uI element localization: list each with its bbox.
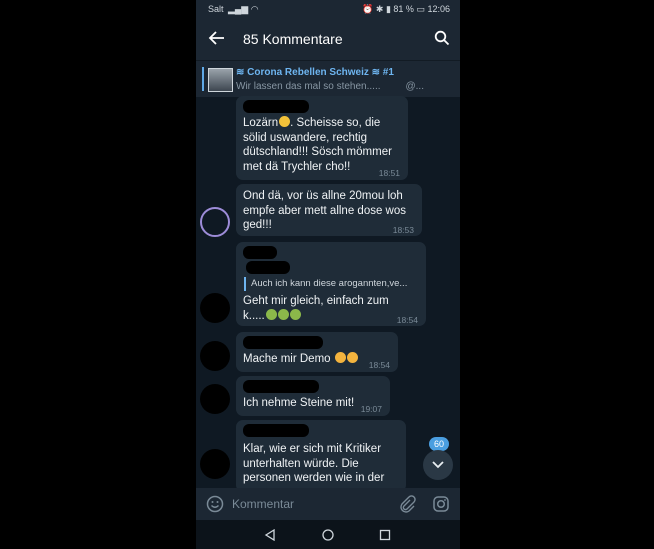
- message-text: Lozärn. Scheisse so, die sölid uswandere…: [243, 116, 392, 173]
- avatar[interactable]: [200, 293, 230, 323]
- battery-label: 81 %: [393, 4, 414, 14]
- battery-icon: ▭: [416, 4, 428, 14]
- pinned-preview: Wir lassen das mal so stehen.....: [236, 81, 381, 92]
- emoji-icon[interactable]: [206, 495, 224, 513]
- comment-input-bar: Kommentar: [196, 488, 460, 520]
- message-time: 18:53: [392, 225, 414, 235]
- message-text: Mache mir Demo: [243, 352, 358, 367]
- message-bubble[interactable]: Ich nehme Steine mit! 19:07: [236, 376, 390, 416]
- pinned-message[interactable]: ≋ Corona Rebellen Schweiz ≋ #1 Wir lasse…: [196, 60, 460, 97]
- scroll-down-button[interactable]: [423, 450, 453, 480]
- back-arrow-icon[interactable]: [208, 29, 226, 47]
- message-bubble[interactable]: Ond dä, vor üs allne 20mou loh empfe abe…: [236, 184, 422, 236]
- grinning-emoji-icon: [279, 116, 291, 127]
- system-navigation-bar: [196, 520, 460, 549]
- nav-recents-icon[interactable]: [379, 529, 391, 541]
- comment-input[interactable]: Kommentar: [232, 497, 294, 511]
- message-bubble[interactable]: Lozärn. Scheisse so, die sölid uswandere…: [236, 96, 408, 180]
- search-icon[interactable]: [434, 30, 450, 46]
- message-text: Geht mir gleich, einfach zum k.....: [243, 295, 389, 322]
- message-time: 18:54: [396, 315, 418, 325]
- redacted-sender-name: [243, 424, 309, 437]
- reply-quote[interactable]: Auch ich kann diese arogannten,ve...: [244, 277, 424, 291]
- redacted-reply-author: [246, 261, 290, 274]
- page-title: 85 Kommentare: [243, 31, 343, 47]
- redacted-sender-name: [243, 100, 309, 113]
- unread-count-badge: 60: [429, 437, 449, 451]
- message-time: 18:51: [378, 168, 400, 178]
- avatar[interactable]: [200, 207, 230, 237]
- nauseated-emoji-icon: [265, 308, 277, 320]
- message-time: 19:07: [360, 404, 382, 414]
- status-bar: Salt ▂▄▆ ◠ ⏰ ✱ ▮ 81 % ▭ 12:06: [196, 0, 460, 18]
- message-bubble[interactable]: Auch ich kann diese arogannten,ve... Geh…: [236, 242, 426, 326]
- redacted-sender-name: [243, 336, 323, 349]
- status-right: ⏰ ✱ ▮ 81 % ▭ 12:06: [362, 4, 450, 15]
- pinned-suffix: @...: [405, 81, 425, 92]
- message-bubble[interactable]: Klar, wie er sich mit Kritiker unterhalt…: [236, 420, 406, 492]
- message-time: 18:54: [368, 360, 390, 370]
- avatar[interactable]: [200, 449, 230, 479]
- comment-list[interactable]: Lozärn. Scheisse so, die sölid uswandere…: [196, 96, 460, 492]
- message-text: Klar, wie er sich mit Kritiker unterhalt…: [243, 443, 385, 484]
- pinned-thumbnail: [208, 68, 233, 92]
- top-app-bar: 85 Kommentare: [196, 18, 460, 60]
- message-text: Ond dä, vor üs allne 20mou loh empfe abe…: [243, 190, 407, 231]
- message-bubble[interactable]: Mache mir Demo 18:54: [236, 332, 398, 372]
- message-text: Ich nehme Steine mit!: [243, 397, 355, 409]
- phone-screen: Salt ▂▄▆ ◠ ⏰ ✱ ▮ 81 % ▭ 12:06 85 Komment…: [196, 0, 460, 549]
- drooling-emoji-icon: [334, 352, 346, 363]
- status-icons: ⏰ ✱ ▮: [362, 4, 394, 14]
- instagram-camera-icon[interactable]: [432, 495, 450, 513]
- signal-icon: ▂▄▆ ◠: [228, 4, 259, 14]
- clock-label: 12:06: [427, 4, 450, 14]
- avatar[interactable]: [200, 341, 230, 371]
- drooling-emoji-icon: [346, 352, 358, 363]
- avatar[interactable]: [200, 384, 230, 414]
- nav-back-icon[interactable]: [264, 529, 276, 541]
- nauseated-emoji-icon: [289, 308, 301, 320]
- redacted-sender-name: [243, 246, 277, 259]
- pinned-accent-bar: [202, 67, 204, 91]
- pinned-channel-name: ≋ Corona Rebellen Schweiz ≋ #1: [236, 67, 394, 78]
- redacted-sender-name: [243, 380, 319, 393]
- attach-icon[interactable]: [398, 495, 416, 513]
- carrier-label: Salt: [208, 4, 224, 14]
- nav-home-icon[interactable]: [322, 529, 334, 541]
- nauseated-emoji-icon: [277, 308, 289, 320]
